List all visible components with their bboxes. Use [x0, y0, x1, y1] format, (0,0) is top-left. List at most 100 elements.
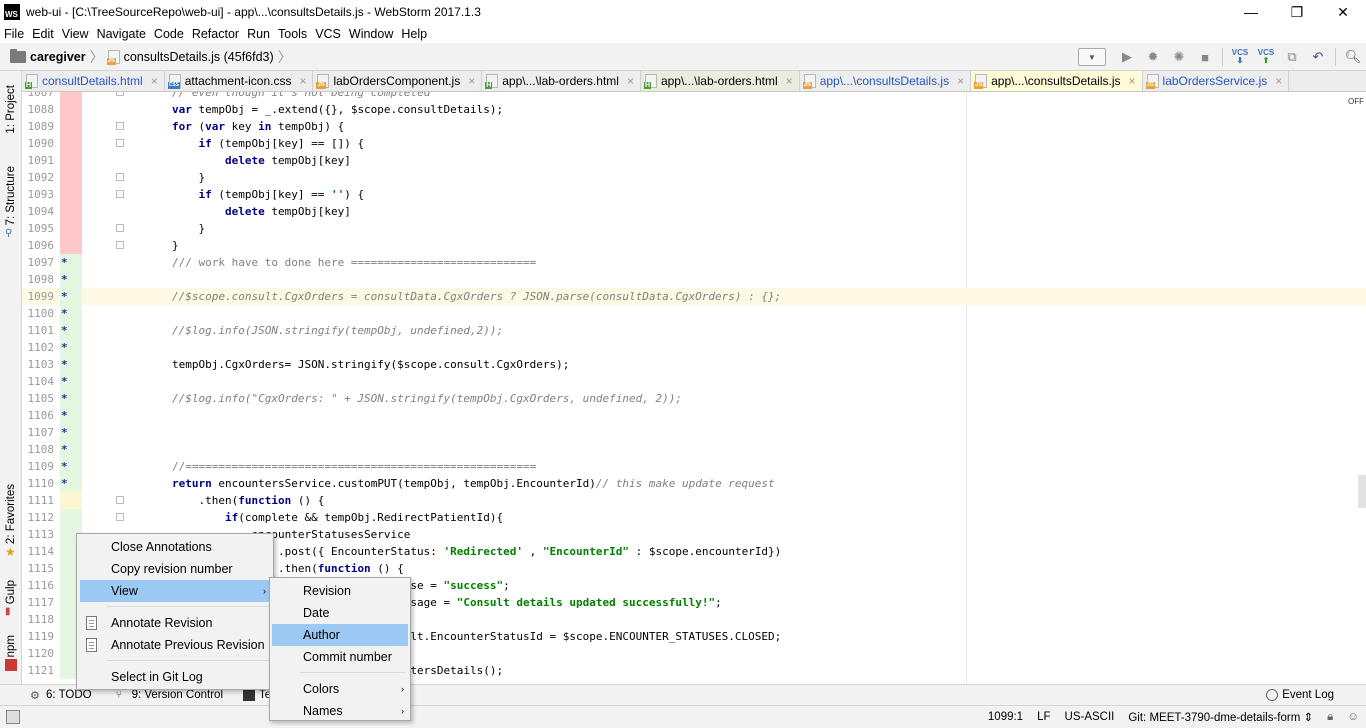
context-menu-item[interactable]: Copy revision number [80, 558, 270, 580]
annotation-gutter-cell[interactable]: * [60, 441, 82, 458]
fold-marker-icon[interactable] [116, 92, 124, 96]
annotation-gutter-cell[interactable]: * [60, 271, 82, 288]
code-line[interactable]: 1100 * [22, 305, 1366, 322]
annotation-gutter-cell[interactable]: * [60, 424, 82, 441]
editor-tab[interactable]: labOrdersService.js × [1143, 71, 1290, 91]
annotation-gutter-cell[interactable] [60, 492, 82, 509]
code-line[interactable]: 1095 } [22, 220, 1366, 237]
fold-marker-icon[interactable] [116, 241, 124, 249]
event-log-tab[interactable]: Event Log [1266, 689, 1334, 701]
code-line[interactable]: 1097 * /// work have to done here ========… [22, 254, 1366, 271]
debug-icon[interactable]: ✹ [1141, 46, 1165, 68]
code-line[interactable]: 1108 * [22, 441, 1366, 458]
annotation-gutter-cell[interactable] [60, 101, 82, 118]
fold-marker-icon[interactable] [116, 513, 124, 521]
code-line[interactable]: 1111 .then(function () { [22, 492, 1366, 509]
editor-tab[interactable]: app\...\lab-orders.html × [482, 71, 641, 91]
annotation-gutter-cell[interactable]: * [60, 373, 82, 390]
annotation-gutter-cell[interactable]: * [60, 254, 82, 271]
code-line[interactable]: 1110 * return encountersService.customPUT(… [22, 475, 1366, 492]
minimize-button[interactable]: — [1228, 0, 1274, 24]
view-submenu-item[interactable]: Names › [272, 700, 408, 722]
context-menu-item[interactable]: View › [80, 580, 270, 602]
view-submenu-item[interactable]: Author [272, 624, 408, 646]
code-line[interactable]: 1099 * //$scope.consult.CgxOrders = consul… [22, 288, 1366, 305]
vcs-history-icon[interactable]: ⧉ [1280, 46, 1304, 68]
line-separator[interactable]: LF [1037, 711, 1050, 723]
context-menu-item[interactable]: Select in Git Log [80, 666, 270, 688]
close-tab-icon[interactable]: × [1129, 74, 1136, 88]
lock-icon[interactable]: 🔒︎ [1327, 711, 1333, 724]
stop-icon[interactable]: ■ [1193, 46, 1217, 68]
version-control-tool-window-tab[interactable]: ⑂ 9: Version Control [116, 689, 223, 701]
editor-tab[interactable]: attachment-icon.css × [165, 71, 314, 91]
menu-help[interactable]: Help [397, 27, 431, 41]
menu-vcs[interactable]: VCS [311, 27, 345, 41]
code-line[interactable]: 1106 * [22, 407, 1366, 424]
fold-marker-icon[interactable] [116, 122, 124, 130]
caret-position[interactable]: 1099:1 [988, 711, 1023, 723]
vcs-update-icon[interactable]: VCS ⬇ [1228, 46, 1252, 68]
close-button[interactable]: ✕ [1320, 0, 1366, 24]
search-everywhere-icon[interactable]: 🔍︎ [1341, 46, 1365, 68]
context-menu-item[interactable]: Annotate Previous Revision [80, 634, 270, 656]
fold-marker-icon[interactable] [116, 224, 124, 232]
code-line[interactable]: 1096} [22, 237, 1366, 254]
annotation-gutter-cell[interactable] [60, 135, 82, 152]
annotation-gutter-cell[interactable]: * [60, 288, 82, 305]
annotation-gutter-cell[interactable] [60, 92, 82, 101]
code-line[interactable]: 1107 * [22, 424, 1366, 441]
annotation-gutter-cell[interactable] [60, 509, 82, 526]
breadcrumb-project[interactable]: caregiver 〉 [0, 47, 108, 67]
annotation-gutter-cell[interactable] [60, 118, 82, 135]
close-tab-icon[interactable]: × [299, 74, 306, 88]
code-line[interactable]: 1091 delete tempObj[key] [22, 152, 1366, 169]
view-submenu-item[interactable]: Colors › [272, 678, 408, 700]
close-tab-icon[interactable]: × [151, 74, 158, 88]
annotation-gutter-cell[interactable]: * [60, 305, 82, 322]
menu-refactor[interactable]: Refactor [188, 27, 243, 41]
npm-tool-window-tab[interactable]: npm [0, 631, 22, 675]
code-line[interactable]: 1104 * [22, 373, 1366, 390]
gulp-tool-window-tab[interactable]: Gulp ▮ [0, 575, 22, 623]
menu-code[interactable]: Code [150, 27, 188, 41]
context-menu-item[interactable]: Close Annotations [80, 536, 270, 558]
annotation-gutter-cell[interactable]: * [60, 390, 82, 407]
annotation-gutter-cell[interactable] [60, 152, 82, 169]
code-line[interactable]: 1105 * //$log.info("CgxOrders: " + JSON.st… [22, 390, 1366, 407]
editor-tab[interactable]: app\...\consultsDetails.js × [971, 71, 1143, 91]
maximize-button[interactable]: ❐ [1274, 0, 1320, 24]
vcs-commit-icon[interactable]: VCS ⬆ [1254, 46, 1278, 68]
annotation-gutter-cell[interactable] [60, 169, 82, 186]
revert-icon[interactable]: ↶ [1306, 46, 1330, 68]
code-line[interactable]: 1098 * [22, 271, 1366, 288]
inspector-icon[interactable]: ☺ [1347, 711, 1359, 723]
annotation-gutter-cell[interactable] [60, 203, 82, 220]
close-tab-icon[interactable]: × [1275, 74, 1282, 88]
context-menu-item[interactable]: Annotate Revision [80, 612, 270, 634]
fold-marker-icon[interactable] [116, 190, 124, 198]
editor-tab[interactable]: consultDetails.html × [22, 71, 165, 91]
menu-edit[interactable]: Edit [28, 27, 58, 41]
structure-tool-window-tab[interactable]: 7: Structure ⚲ [0, 163, 22, 243]
tool-windows-toggle[interactable] [6, 710, 20, 724]
code-line[interactable]: 1090 if (tempObj[key] == []) { [22, 135, 1366, 152]
run-icon[interactable]: ▶ [1115, 46, 1139, 68]
menu-tools[interactable]: Tools [274, 27, 311, 41]
run-configuration-dropdown[interactable]: ▼ [1078, 48, 1106, 66]
fold-marker-icon[interactable] [116, 173, 124, 181]
annotation-gutter-cell[interactable]: * [60, 458, 82, 475]
code-line[interactable]: 1092 } [22, 169, 1366, 186]
code-line[interactable]: 1102 * [22, 339, 1366, 356]
code-line[interactable]: 1087 // even though it's not being comple… [22, 92, 1366, 101]
project-tool-window-tab[interactable]: 1: Project [0, 79, 22, 139]
annotation-gutter-cell[interactable]: * [60, 407, 82, 424]
annotation-gutter-cell[interactable] [60, 237, 82, 254]
menu-window[interactable]: Window [345, 27, 397, 41]
editor-tab[interactable]: app\...\lab-orders.html × [640, 71, 800, 91]
menu-run[interactable]: Run [243, 27, 274, 41]
code-line[interactable]: 1103 * tempObj.CgxOrders= JSON.stringify($… [22, 356, 1366, 373]
view-submenu-item[interactable]: Commit number [272, 646, 408, 668]
editor-tab[interactable]: app\...\consultsDetails.js × [800, 71, 972, 91]
file-encoding[interactable]: US-ASCII [1065, 711, 1115, 723]
